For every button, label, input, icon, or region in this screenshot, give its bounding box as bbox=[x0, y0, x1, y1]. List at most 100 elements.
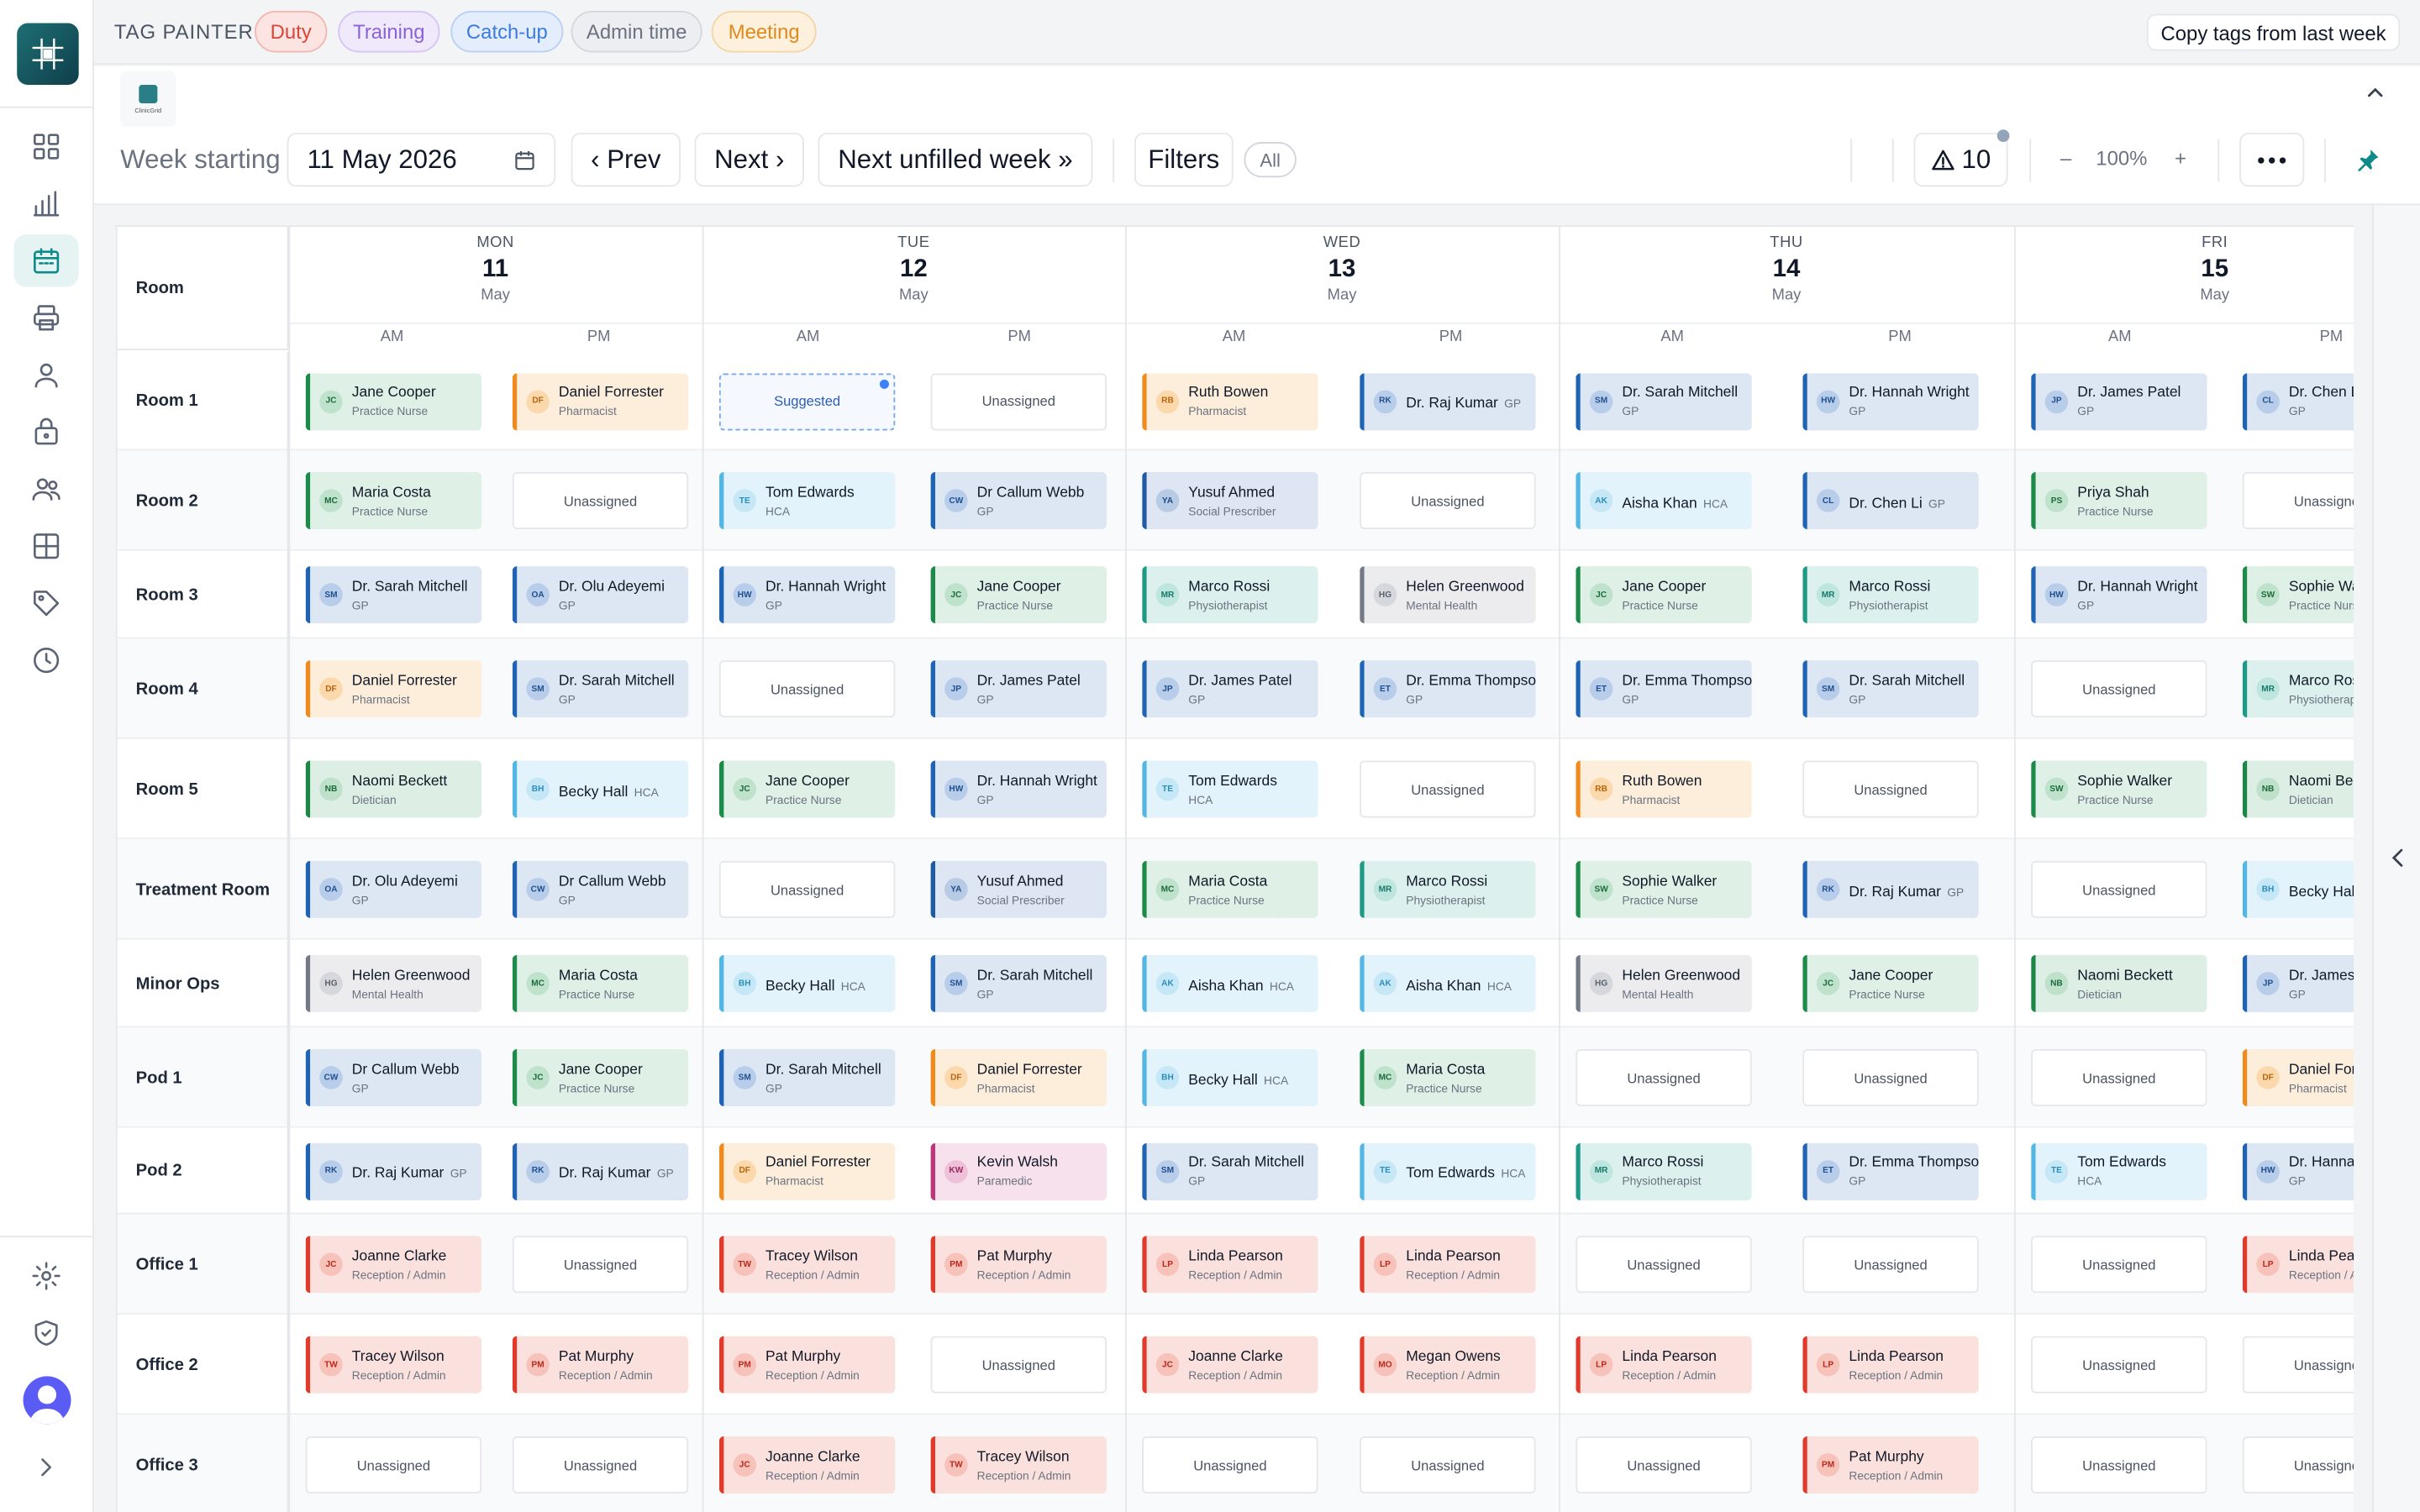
staff-card[interactable]: MRMarco RossiPhysiotherapist bbox=[1360, 860, 1536, 918]
staff-card[interactable]: ET Dr. Emma Thompson GP bbox=[1360, 660, 1536, 718]
staff-card[interactable]: OA Dr. Olu Adeyemi GP bbox=[512, 566, 689, 624]
staff-card[interactable]: MC Maria Costa Practice Nurse bbox=[512, 954, 689, 1012]
app-logo[interactable] bbox=[17, 23, 79, 86]
tag-meeting[interactable]: Meeting bbox=[711, 10, 817, 53]
avatar[interactable] bbox=[23, 1376, 71, 1425]
staff-card[interactable]: AK Aisha Khan HCA bbox=[1142, 954, 1318, 1012]
staff-card[interactable]: DFDaniel ForresterPharmacist bbox=[718, 1142, 896, 1200]
staff-card[interactable]: CW Dr Callum Webb GP bbox=[305, 1048, 482, 1106]
staff-card[interactable]: JC Joanne Clarke Reception / Admin bbox=[305, 1236, 482, 1294]
staff-card[interactable]: LP Linda Pearson Reception / Admin bbox=[1802, 1336, 1979, 1394]
more-options-button[interactable] bbox=[2239, 132, 2305, 187]
staff-card[interactable]: SM Dr. Sarah Mitchell GP bbox=[718, 1048, 896, 1106]
chevron-left-icon[interactable] bbox=[2389, 846, 2407, 870]
filters-button[interactable]: Filters bbox=[1134, 132, 1234, 187]
unassigned-slot[interactable]: Unassigned bbox=[2031, 1048, 2207, 1106]
staff-card[interactable]: CL Dr. Chen Li GP bbox=[2242, 372, 2354, 430]
staff-card[interactable]: SW Sophie Walker Practice Nurse bbox=[2031, 760, 2207, 818]
staff-card[interactable]: HG Helen Greenwood Mental Health bbox=[1576, 954, 1752, 1012]
unassigned-slot[interactable]: Unassigned bbox=[512, 472, 689, 530]
staff-card[interactable]: YA Yusuf Ahmed Social Prescriber bbox=[1142, 472, 1318, 530]
unassigned-slot[interactable]: Unassigned bbox=[2031, 860, 2207, 918]
nav-profile[interactable] bbox=[14, 349, 79, 401]
staff-card[interactable]: BH Becky Hall HCA bbox=[718, 954, 896, 1012]
staff-card[interactable]: MRMarco RossiPhysiotherapist bbox=[1802, 566, 1979, 624]
zoom-in-button[interactable]: + bbox=[2175, 146, 2186, 170]
staff-card[interactable]: JP Dr. James Patel GP bbox=[2031, 372, 2207, 430]
staff-card[interactable]: PM Pat Murphy Reception / Admin bbox=[1802, 1436, 1979, 1494]
alerts-button[interactable]: 10 bbox=[1913, 129, 2010, 187]
staff-card[interactable]: LP Linda Pearson Reception / Admin bbox=[1576, 1336, 1752, 1394]
staff-card[interactable]: TE Tom Edwards HCA bbox=[1142, 760, 1318, 818]
staff-card[interactable]: MRMarco RossiPhysiotherapist bbox=[1142, 566, 1318, 624]
staff-card[interactable]: RB Ruth Bowen Pharmacist bbox=[1576, 760, 1752, 818]
staff-card[interactable]: JC Jane Cooper Practice Nurse bbox=[1802, 954, 1979, 1012]
unassigned-slot[interactable]: Unassigned bbox=[2242, 1336, 2354, 1394]
tag-admin-time[interactable]: Admin time bbox=[571, 10, 702, 53]
prev-week-button[interactable]: ‹ Prev bbox=[571, 132, 681, 187]
staff-card[interactable]: RK Dr. Raj Kumar GP bbox=[512, 1142, 689, 1200]
staff-card[interactable]: JC Jane Cooper Practice Nurse bbox=[1576, 566, 1752, 624]
unassigned-slot[interactable]: Unassigned bbox=[2031, 1336, 2207, 1394]
nav-print[interactable] bbox=[14, 291, 79, 344]
tag-training[interactable]: Training bbox=[338, 10, 440, 53]
rota-grid-viewport[interactable]: Room MON 11 May TUE 12 May WED 13 May THU 14 May FRI… bbox=[94, 205, 2374, 1512]
staff-card[interactable]: HWDr. Hannah WrightGP bbox=[2242, 1142, 2354, 1200]
staff-card[interactable]: MRMarco RossiPhysiotherapist bbox=[2242, 660, 2354, 718]
unassigned-slot[interactable]: Unassigned bbox=[930, 372, 1107, 430]
unassigned-slot[interactable]: Unassigned bbox=[2031, 1436, 2207, 1494]
nav-security[interactable] bbox=[14, 1307, 79, 1359]
unassigned-slot[interactable]: Unassigned bbox=[2242, 1436, 2354, 1494]
staff-card[interactable]: RK Dr. Raj Kumar GP bbox=[1360, 372, 1536, 430]
staff-card[interactable]: SM Dr. Sarah Mitchell GP bbox=[930, 954, 1107, 1012]
nav-settings[interactable] bbox=[14, 1250, 79, 1302]
nav-history[interactable] bbox=[14, 634, 79, 686]
unassigned-slot[interactable]: Unassigned bbox=[305, 1436, 482, 1494]
next-unfilled-week-button[interactable]: Next unfilled week » bbox=[818, 132, 1093, 187]
calendar-icon[interactable] bbox=[514, 150, 536, 171]
staff-card[interactable]: AK Aisha Khan HCA bbox=[1360, 954, 1536, 1012]
staff-card[interactable]: TE Tom Edwards HCA bbox=[718, 472, 896, 530]
copy-tags-button[interactable]: Copy tags from last week bbox=[2146, 13, 2401, 51]
staff-card[interactable]: SM Dr. Sarah Mitchell GP bbox=[1802, 660, 1979, 718]
staff-card[interactable]: DFDaniel ForresterPharmacist bbox=[305, 660, 482, 718]
staff-card[interactable]: PM Pat Murphy Reception / Admin bbox=[930, 1236, 1107, 1294]
unassigned-slot[interactable]: Unassigned bbox=[1360, 760, 1536, 818]
staff-card[interactable]: TE Tom Edwards HCA bbox=[2031, 1142, 2207, 1200]
staff-card[interactable]: NB Naomi Beckett Dietician bbox=[2031, 954, 2207, 1012]
staff-card[interactable]: DFDaniel ForresterPharmacist bbox=[2242, 1048, 2354, 1106]
unassigned-slot[interactable]: Unassigned bbox=[1802, 1048, 1979, 1106]
unassigned-slot[interactable]: Unassigned bbox=[512, 1236, 689, 1294]
staff-card[interactable]: HWDr. Hannah WrightGP bbox=[930, 760, 1107, 818]
staff-card[interactable]: RK Dr. Raj Kumar GP bbox=[1802, 860, 1979, 918]
staff-card[interactable]: JC Jane Cooper Practice Nurse bbox=[512, 1048, 689, 1106]
staff-card[interactable]: PS Priya Shah Practice Nurse bbox=[2031, 472, 2207, 530]
nav-reports[interactable] bbox=[14, 177, 79, 229]
staff-card[interactable]: HG Helen Greenwood Mental Health bbox=[305, 954, 482, 1012]
staff-card[interactable]: PM Pat Murphy Reception / Admin bbox=[512, 1336, 689, 1394]
staff-card[interactable]: JC Jane Cooper Practice Nurse bbox=[930, 566, 1107, 624]
staff-card[interactable]: BH Becky Hall HCA bbox=[1142, 1048, 1318, 1106]
staff-card[interactable]: JC Jane Cooper Practice Nurse bbox=[718, 760, 896, 818]
unassigned-slot[interactable]: Unassigned bbox=[1576, 1436, 1752, 1494]
unassigned-slot[interactable]: Unassigned bbox=[718, 860, 896, 918]
staff-card[interactable]: TE Tom Edwards HCA bbox=[1360, 1142, 1536, 1200]
unassigned-slot[interactable]: Unassigned bbox=[2031, 1236, 2207, 1294]
unassigned-slot[interactable]: Unassigned bbox=[1142, 1436, 1318, 1494]
staff-card[interactable]: HWDr. Hannah WrightGP bbox=[2031, 566, 2207, 624]
staff-card[interactable]: MC Maria Costa Practice Nurse bbox=[1360, 1048, 1536, 1106]
zoom-out-button[interactable]: – bbox=[2060, 146, 2071, 170]
unassigned-slot[interactable]: Unassigned bbox=[2242, 472, 2354, 530]
unassigned-slot[interactable]: Unassigned bbox=[1360, 472, 1536, 530]
staff-card[interactable]: DFDaniel ForresterPharmacist bbox=[512, 372, 689, 430]
staff-card[interactable]: OA Dr. Olu Adeyemi GP bbox=[305, 860, 482, 918]
staff-card[interactable]: LP Linda Pearson Reception / Admin bbox=[2242, 1236, 2354, 1294]
staff-card[interactable]: HWDr. Hannah WrightGP bbox=[1802, 372, 1979, 430]
staff-card[interactable]: JP Dr. James Patel GP bbox=[2242, 954, 2354, 1012]
staff-card[interactable]: SW Sophie Walker Practice Nurse bbox=[1576, 860, 1752, 918]
staff-card[interactable]: JC Joanne Clarke Reception / Admin bbox=[1142, 1336, 1318, 1394]
staff-card[interactable]: KW Kevin Walsh Paramedic bbox=[930, 1142, 1107, 1200]
nav-expand[interactable] bbox=[14, 1441, 79, 1494]
staff-card[interactable]: MC Maria Costa Practice Nurse bbox=[305, 472, 482, 530]
unassigned-slot[interactable]: Unassigned bbox=[718, 660, 896, 718]
